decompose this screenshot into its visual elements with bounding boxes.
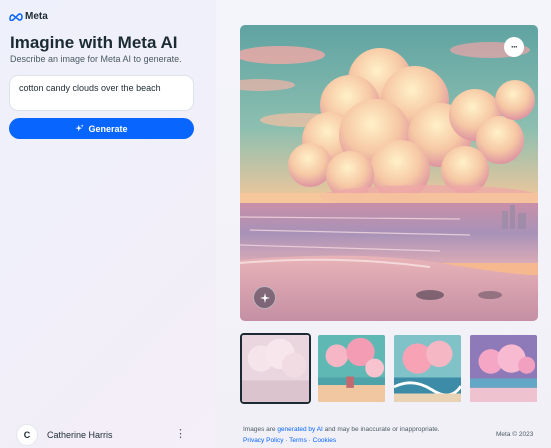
page-subtitle: Describe an image for Meta AI to generat… [10,54,182,64]
prompt-input[interactable]: cotton candy clouds over the beach [9,75,194,111]
thumbnail-2[interactable] [316,333,387,404]
generated-image[interactable] [240,25,538,321]
thumbnail-3[interactable] [392,333,463,404]
disclaimer-suffix: and may be inaccurate or inappropriate. [322,426,440,433]
meta-logo[interactable]: Meta [9,11,48,22]
user-profile[interactable]: C Catherine Harris [16,424,113,446]
avatar[interactable]: C [16,424,38,446]
thumbnail-1[interactable] [240,333,311,404]
page-title: Imagine with Meta AI [10,33,178,52]
avatar-initial: C [23,430,31,440]
copyright: Meta © 2023 [496,431,534,438]
footer-links: Privacy Policy · Terms · Cookies [243,437,336,444]
cookies-link[interactable]: Cookies [313,437,336,444]
user-name: Catherine Harris [47,430,113,440]
prompt-text: cotton candy clouds over the beach [19,83,161,93]
logo-text: Meta [25,11,48,22]
generated-by-ai-link[interactable]: generated by AI [277,426,323,433]
ai-sparkle-badge-icon [253,286,276,309]
terms-link[interactable]: Terms [289,437,307,444]
thumbnail-4[interactable] [468,333,539,404]
ai-disclaimer: Images are generated by AI and may be in… [243,426,440,433]
generate-label: Generate [88,123,128,134]
thumbnail-strip [240,333,539,404]
more-vertical-icon[interactable]: ⋮ [175,429,186,440]
privacy-policy-link[interactable]: Privacy Policy [243,437,283,444]
disclaimer-prefix: Images are [243,426,278,433]
image-options-button[interactable]: ··· [504,37,524,57]
sparkle-icon [75,124,85,132]
generate-button[interactable]: Generate [9,118,194,139]
meta-infinity-icon [9,12,23,21]
